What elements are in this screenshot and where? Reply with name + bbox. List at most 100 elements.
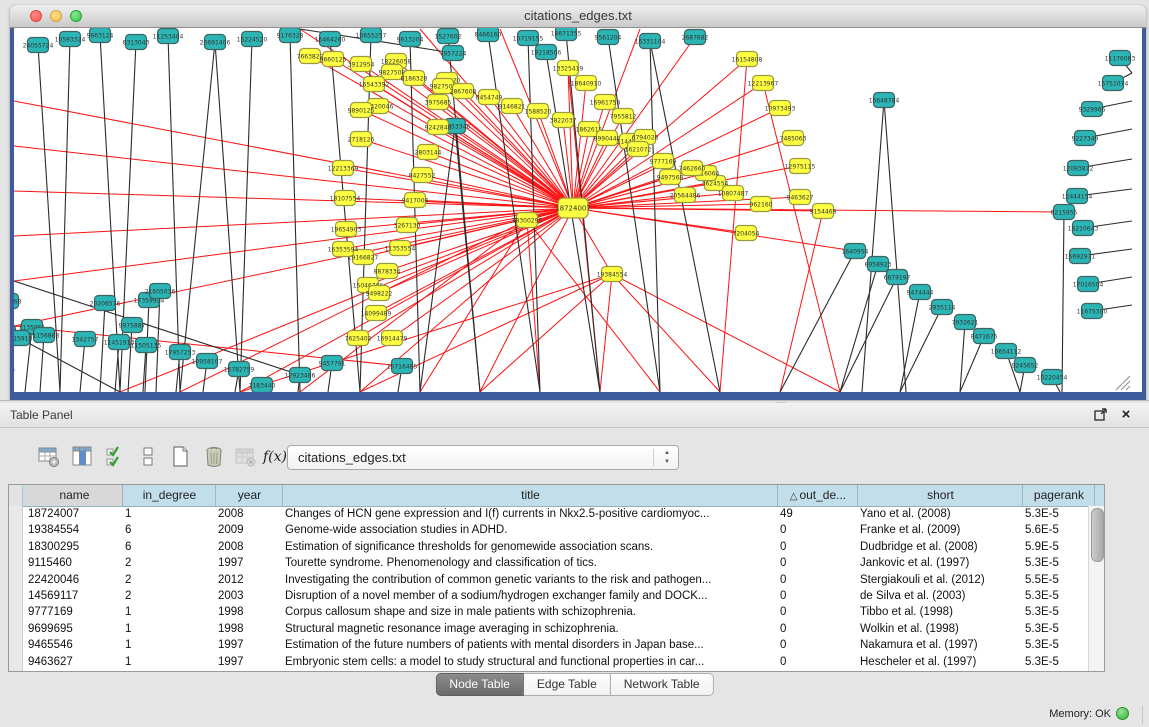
table-cell[interactable]: 14569117: [23, 588, 120, 604]
table-cell[interactable]: 18300295: [23, 539, 120, 555]
delete-table-button[interactable]: [231, 443, 261, 473]
graph-edge[interactable]: [40, 335, 44, 392]
graph-node[interactable]: 11353554: [385, 241, 416, 256]
table-cell[interactable]: 2008: [213, 506, 280, 522]
graph-edge[interactable]: [600, 274, 612, 392]
table-cell[interactable]: Jankovic et al. (1997): [855, 555, 1020, 571]
graph-node[interactable]: 9663124: [87, 28, 114, 43]
graph-node[interactable]: 3912954: [348, 57, 375, 72]
table-cell[interactable]: Franke et al. (2009): [855, 522, 1020, 538]
tab-node-table[interactable]: Node Table: [435, 673, 524, 696]
graph-node[interactable]: 12213967: [748, 76, 779, 91]
table-cell[interactable]: 6: [120, 539, 213, 555]
graph-edge[interactable]: [180, 42, 215, 392]
table-cell[interactable]: 0: [775, 654, 855, 670]
table-cell[interactable]: 6: [120, 522, 213, 538]
table-row[interactable]: 2242004622012Investigating the contribut…: [9, 572, 1088, 588]
table-cell[interactable]: Changes of HCN gene expression and I(f) …: [280, 506, 775, 522]
table-cell[interactable]: 1: [120, 506, 213, 522]
graph-node[interactable]: 1640954: [842, 244, 869, 259]
table-cell[interactable]: 5.9E-5: [1020, 539, 1088, 555]
graph-node[interactable]: 10654112: [991, 344, 1022, 359]
graph-node[interactable]: 8313043: [123, 35, 150, 50]
table-cell[interactable]: 1998: [213, 604, 280, 620]
graph-edge[interactable]: [780, 251, 855, 392]
graph-node[interactable]: 16914479: [377, 331, 408, 346]
graph-node[interactable]: 19654903: [331, 222, 362, 237]
table-cell[interactable]: 0: [775, 555, 855, 571]
graph-node[interactable]: 21605036: [145, 284, 176, 299]
table-cell[interactable]: de Silva et al. (2003): [855, 588, 1020, 604]
table-cell[interactable]: 1997: [213, 555, 280, 571]
graph-edge[interactable]: [527, 220, 660, 392]
graph-node[interactable]: 16648784: [869, 93, 900, 108]
graph-edge[interactable]: [650, 41, 720, 392]
graph-node[interactable]: 9329966: [1079, 102, 1106, 117]
graph-node[interactable]: 2718126: [348, 132, 375, 147]
graph-node[interactable]: 7932621: [952, 315, 979, 330]
graph-node[interactable]: 10973493: [765, 101, 796, 116]
graph-node[interactable]: 8186328: [401, 71, 428, 86]
resize-grip[interactable]: [1116, 376, 1130, 390]
float-panel-icon[interactable]: [1091, 407, 1109, 424]
graph-node[interactable]: 9497568: [657, 170, 684, 185]
graph-node[interactable]: 11505135: [131, 338, 162, 353]
graph-node[interactable]: 8471676: [971, 329, 998, 344]
graph-node[interactable]: 8466160: [475, 28, 502, 42]
graph-node[interactable]: 8427552: [409, 168, 436, 183]
graph-edge[interactable]: [100, 303, 105, 392]
graph-edge[interactable]: [60, 39, 70, 392]
table-cell[interactable]: 0: [775, 572, 855, 588]
graph-node[interactable]: 10958107: [192, 354, 223, 369]
table-row[interactable]: 1938455462009Genome-wide association stu…: [9, 522, 1088, 538]
graph-node[interactable]: 12444154: [1062, 189, 1093, 204]
graph-node[interactable]: 9474444: [907, 285, 934, 300]
table-cell[interactable]: 0: [775, 604, 855, 620]
table-cell[interactable]: 2008: [213, 539, 280, 555]
table-cell[interactable]: Corpus callosum shape and size in male p…: [280, 604, 775, 620]
table-cell[interactable]: Structural magnetic resonance image aver…: [280, 621, 775, 637]
table-cell[interactable]: 2012: [213, 572, 280, 588]
graph-node[interactable]: 7955812: [610, 109, 637, 124]
graph-node[interactable]: 2935114: [929, 300, 956, 315]
graph-node[interactable]: 9561204: [595, 30, 622, 45]
table-cell[interactable]: 9465546: [23, 637, 120, 653]
table-cell[interactable]: 2: [120, 588, 213, 604]
graph-node[interactable]: 15692971: [1065, 249, 1096, 264]
memory-indicator[interactable]: Memory: OK: [1049, 707, 1129, 721]
graph-edge[interactable]: [290, 35, 300, 392]
graph-edge[interactable]: [884, 100, 906, 392]
column-header-pagerank[interactable]: pagerank: [1023, 485, 1095, 506]
table-cell[interactable]: Estimation of the future numbers of pati…: [280, 637, 775, 653]
graph-node[interactable]: 10719155: [513, 31, 544, 46]
table-cell[interactable]: Tibbo et al. (1998): [855, 604, 1020, 620]
graph-node[interactable]: 2687682: [682, 30, 709, 45]
table-cell[interactable]: Stergiakouli et al. (2012): [855, 572, 1020, 588]
graph-edge[interactable]: [480, 274, 612, 392]
table-cell[interactable]: 0: [775, 588, 855, 604]
table-cell[interactable]: 1: [120, 604, 213, 620]
graph-edge[interactable]: [215, 42, 240, 392]
column-header-year[interactable]: year: [216, 485, 283, 506]
graph-node[interactable]: 20691406: [200, 35, 231, 50]
graph-node[interactable]: 19218506: [531, 45, 562, 60]
graph-node[interactable]: 962160: [750, 197, 773, 212]
table-cell[interactable]: 9699695: [23, 621, 120, 637]
table-cell[interactable]: 9777169: [23, 604, 120, 620]
graph-node[interactable]: 2867608: [450, 84, 477, 99]
graph-node[interactable]: 16782759: [224, 362, 255, 377]
close-panel-icon[interactable]: ×: [1117, 407, 1135, 424]
graph-node[interactable]: 11675300: [1077, 304, 1108, 319]
graph-node[interactable]: 9890125: [348, 103, 375, 118]
graph-node[interactable]: 1588520: [525, 104, 552, 119]
graph-node[interactable]: 7957224: [440, 46, 467, 61]
column-header-name[interactable]: name: [26, 485, 123, 506]
table-cell[interactable]: 1: [120, 654, 213, 670]
graph-edge[interactable]: [612, 274, 720, 392]
table-cell[interactable]: 5.3E-5: [1020, 604, 1088, 620]
graph-node[interactable]: 16154808: [732, 52, 763, 67]
table-cell[interactable]: 5.3E-5: [1020, 654, 1088, 670]
table-cell[interactable]: Nakamura et al. (1997): [855, 637, 1020, 653]
graph-node[interactable]: 24055724: [23, 38, 54, 53]
table-cell[interactable]: 5.3E-5: [1020, 621, 1088, 637]
